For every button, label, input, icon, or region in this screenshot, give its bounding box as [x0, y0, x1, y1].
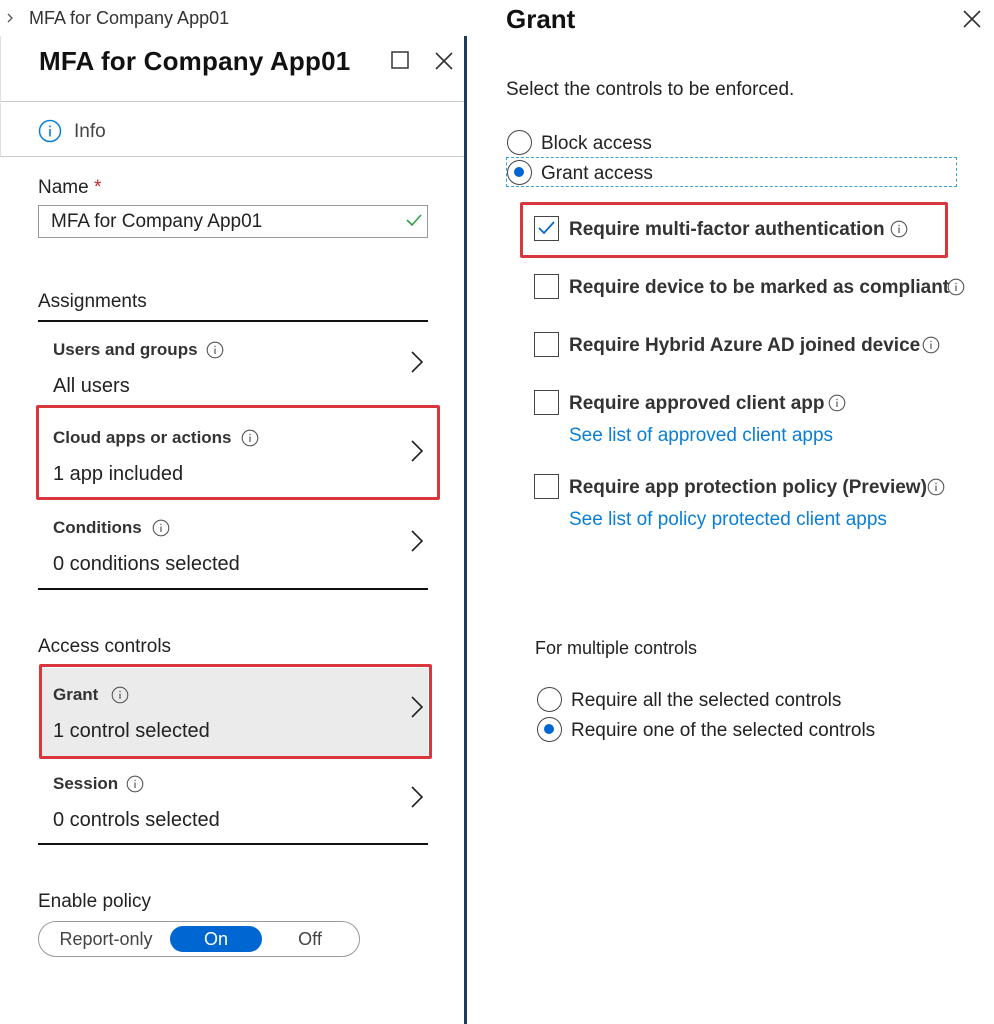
info-icon[interactable] [206, 341, 224, 359]
close-icon[interactable] [961, 8, 983, 30]
info-icon[interactable] [947, 278, 965, 296]
protected-apps-link[interactable]: See list of policy protected client apps [569, 509, 887, 531]
access-controls-heading: Access controls [38, 636, 172, 657]
radio-require-one[interactable] [537, 717, 562, 742]
nav-session[interactable]: Session 0 controls selected [38, 756, 428, 844]
nav-users-and-groups[interactable]: Users and groups All users [38, 322, 428, 406]
breadcrumb: MFA for Company App01 [0, 0, 466, 36]
enable-policy-label: Enable policy [38, 891, 152, 912]
grant-blade: Grant Select the controls to be enforced… [467, 0, 994, 1024]
nav-value: 0 controls selected [53, 809, 220, 831]
nav-title: Session [53, 774, 119, 793]
radio-label[interactable]: Block access [541, 133, 652, 155]
toggle-off[interactable]: Off [265, 922, 355, 956]
toggle-report-only[interactable]: Report-only [43, 922, 169, 956]
grant-subtitle: Select the controls to be enforced. [506, 79, 795, 100]
divider [38, 843, 428, 845]
control-label[interactable]: Require device to be marked as compliant [569, 277, 949, 299]
enable-policy-toggle[interactable]: Report-only On Off [38, 921, 360, 957]
info-icon[interactable] [828, 394, 846, 412]
maximize-icon[interactable] [390, 50, 410, 70]
info-icon[interactable] [152, 519, 170, 537]
nav-title: Users and groups [53, 340, 198, 359]
grant-title: Grant [506, 4, 576, 34]
divider [38, 588, 428, 590]
approved-apps-link[interactable]: See list of approved client apps [569, 425, 833, 447]
nav-conditions[interactable]: Conditions 0 conditions selected [38, 500, 428, 588]
toggle-on[interactable]: On [170, 926, 262, 952]
checkbox-hybrid-joined[interactable] [534, 332, 559, 357]
checkmark-icon [406, 214, 422, 227]
radio-label[interactable]: Require one of the selected controls [571, 720, 875, 742]
name-label-text: Name [38, 177, 89, 198]
chevron-right-icon [411, 351, 424, 373]
chevron-right-icon [7, 13, 13, 23]
info-button[interactable]: Info [0, 103, 466, 157]
checkbox-app-protection[interactable] [534, 474, 559, 499]
control-label[interactable]: Require approved client app [569, 393, 825, 415]
radio-block-access[interactable] [507, 130, 532, 155]
nav-title: Conditions [53, 518, 142, 537]
highlight-box [36, 405, 440, 500]
close-icon[interactable] [433, 50, 455, 72]
info-icon[interactable] [126, 775, 144, 793]
info-label: Info [74, 121, 106, 142]
checkbox-approved-app[interactable] [534, 390, 559, 415]
focus-outline [506, 157, 957, 187]
breadcrumb-item[interactable]: MFA for Company App01 [29, 8, 229, 29]
name-label: Name * [38, 177, 101, 199]
highlight-box [39, 664, 432, 759]
page-title: MFA for Company App01 [39, 46, 351, 76]
highlight-box [520, 202, 948, 258]
multiple-controls-heading: For multiple controls [535, 638, 698, 658]
control-label[interactable]: Require app protection policy (Preview) [569, 477, 927, 499]
chevron-right-icon [411, 530, 424, 552]
control-label[interactable]: Require Hybrid Azure AD joined device [569, 335, 920, 357]
radio-label[interactable]: Require all the selected controls [571, 690, 841, 712]
assignments-heading: Assignments [38, 291, 147, 312]
nav-value: 0 conditions selected [53, 553, 240, 575]
nav-value: All users [53, 375, 130, 397]
required-mark: * [93, 177, 102, 198]
name-field[interactable]: MFA for Company App01 [38, 205, 428, 238]
info-icon[interactable] [922, 336, 940, 354]
radio-require-all[interactable] [537, 687, 562, 712]
chevron-right-icon [411, 786, 424, 808]
checkbox-compliant-device[interactable] [534, 274, 559, 299]
policy-blade: MFA for Company App01 MFA for Company Ap… [0, 0, 466, 1024]
blade-header: MFA for Company App01 [0, 36, 466, 102]
info-icon [38, 119, 62, 143]
info-icon[interactable] [927, 478, 945, 496]
